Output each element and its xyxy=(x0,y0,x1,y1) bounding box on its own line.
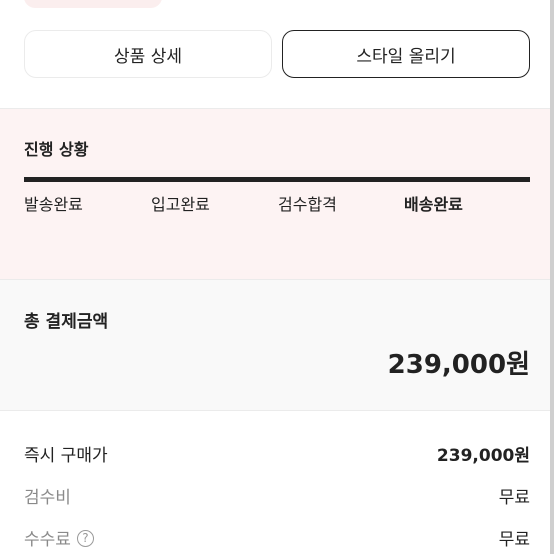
upload-style-button[interactable]: 스타일 올리기 xyxy=(282,30,530,78)
inspection-fee-label: 검수비 xyxy=(24,488,71,508)
step-label: 발송완료 xyxy=(24,195,83,214)
progress-bar-fill xyxy=(24,177,530,182)
top-chip xyxy=(24,0,162,8)
scrollbar[interactable] xyxy=(550,0,554,554)
commission-label: 수수료 xyxy=(24,530,71,550)
progress-title: 진행 상황 xyxy=(24,140,89,159)
progress-section xyxy=(0,109,554,279)
commission-label-row: 수수료? xyxy=(24,525,94,550)
commission-value: 무료 xyxy=(498,530,530,550)
progress-bar xyxy=(24,177,530,182)
upload-style-label: 스타일 올리기 xyxy=(356,46,456,67)
instant-price-value: 239,000원 xyxy=(436,446,530,466)
step-label: 입고완료 xyxy=(151,195,210,214)
total-amount: 239,000원 xyxy=(387,350,530,380)
total-label: 총 결제금액 xyxy=(24,312,109,332)
step-label-current: 배송완료 xyxy=(404,195,463,214)
inspection-fee-value: 무료 xyxy=(498,488,530,508)
divider xyxy=(0,410,554,411)
step-label: 검수합격 xyxy=(278,195,337,214)
question-circle-icon[interactable]: ? xyxy=(76,530,94,547)
product-detail-label: 상품 상세 xyxy=(114,46,182,67)
order-detail-page: 상품 상세 스타일 올리기 진행 상황 발송완료 입고완료 검수합격 배송완료 … xyxy=(0,0,554,554)
product-detail-button[interactable]: 상품 상세 xyxy=(24,30,272,78)
instant-price-label: 즉시 구매가 xyxy=(24,446,108,466)
